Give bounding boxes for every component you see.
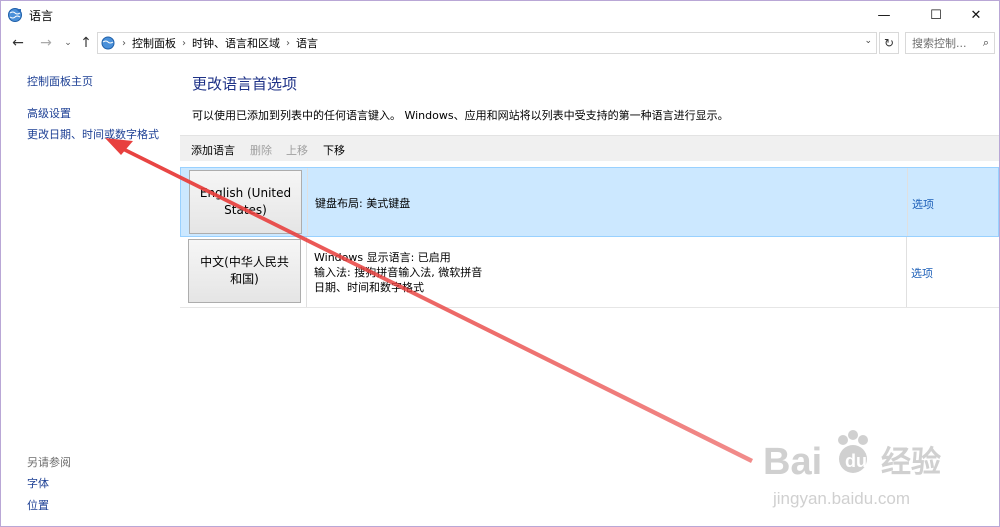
sidebar-link-change-date-time-format[interactable]: 更改日期、时间或数字格式: [27, 126, 159, 142]
language-info-line: 输入法: 搜狗拼音输入法, 微软拼音: [314, 266, 483, 279]
breadcrumb-clock-language-region[interactable]: 时钟、语言和区域: [192, 35, 280, 51]
svg-text:jingyan.baidu.com: jingyan.baidu.com: [772, 489, 910, 508]
navigation-bar: ← → ⌄ ↑ › 控制面板 › 时钟、语言和区域 › 语言 ⌄ ↻ 搜索控制.…: [1, 31, 999, 55]
search-input[interactable]: 搜索控制... ⌕: [905, 32, 995, 54]
row-divider: [180, 307, 999, 308]
breadcrumb-separator[interactable]: ›: [182, 38, 186, 49]
page-description: 可以使用已添加到列表中的任何语言键入。 Windows、应用和网站将以列表中受支…: [192, 109, 729, 122]
sidebar-link-control-panel-home[interactable]: 控制面板主页: [27, 73, 93, 89]
up-arrow-icon[interactable]: ↑: [77, 33, 95, 53]
column-divider: [307, 168, 308, 236]
recent-locations-chevron-icon[interactable]: ⌄: [59, 33, 77, 53]
window-title: 语言: [29, 9, 54, 23]
svg-text:du: du: [845, 451, 867, 471]
column-divider: [907, 168, 908, 236]
control-panel-icon: [101, 36, 115, 50]
sidebar-link-advanced-settings[interactable]: 高级设置: [27, 105, 71, 121]
address-dropdown-chevron-icon[interactable]: ⌄: [864, 36, 872, 46]
remove-language-button[interactable]: 删除: [250, 142, 272, 158]
column-divider: [906, 237, 907, 307]
see-also-heading: 另请参阅: [27, 456, 71, 469]
language-info-line: 键盘布局: 美式键盘: [315, 197, 411, 210]
address-bar[interactable]: › 控制面板 › 时钟、语言和区域 › 语言 ⌄: [97, 32, 877, 54]
baidu-jingyan-watermark-logo: Bai du 经验 jingyan.baidu.com: [763, 430, 941, 508]
breadcrumb-separator: ›: [122, 37, 126, 49]
language-info-line: 日期、时间和数字格式: [314, 281, 424, 294]
breadcrumb-control-panel[interactable]: 控制面板: [132, 35, 176, 51]
page-title: 更改语言首选项: [192, 75, 298, 93]
sidebar-link-location[interactable]: 位置: [27, 497, 49, 513]
move-down-button[interactable]: 下移: [323, 142, 345, 158]
language-name-button[interactable]: 中文(中华人民共和国): [188, 239, 301, 303]
language-row-english[interactable]: English (United States) 键盘布局: 美式键盘 选项: [180, 167, 999, 237]
language-name-button[interactable]: English (United States): [189, 170, 302, 234]
add-language-button[interactable]: 添加语言: [191, 142, 235, 158]
column-divider: [306, 237, 307, 307]
title-bar: 语言 — ☐ ✕: [1, 1, 999, 29]
back-arrow-icon[interactable]: ←: [9, 33, 27, 53]
minimize-button[interactable]: —: [861, 1, 907, 29]
refresh-icon[interactable]: ↻: [879, 32, 899, 54]
search-placeholder: 搜索控制...: [912, 37, 967, 50]
language-globe-icon: [8, 8, 22, 22]
language-options-link[interactable]: 选项: [911, 265, 933, 281]
language-options-link[interactable]: 选项: [912, 196, 934, 212]
move-up-button[interactable]: 上移: [286, 142, 308, 158]
svg-text:Bai: Bai: [763, 441, 822, 483]
close-button[interactable]: ✕: [953, 1, 999, 29]
language-row-chinese[interactable]: 中文(中华人民共和国) Windows 显示语言: 已启用 输入法: 搜狗拼音输…: [180, 237, 999, 307]
svg-text:经验: 经验: [881, 445, 941, 480]
breadcrumb-separator[interactable]: ›: [286, 38, 290, 49]
breadcrumb-language[interactable]: 语言: [296, 35, 318, 51]
control-panel-window: 语言 — ☐ ✕ ← → ⌄ ↑ › 控制面板 › 时钟、语言和区域 › 语言 …: [0, 0, 1000, 527]
forward-arrow-icon[interactable]: →: [37, 33, 55, 53]
search-icon[interactable]: ⌕: [983, 36, 989, 50]
language-info-line: Windows 显示语言: 已启用: [314, 251, 451, 264]
sidebar-link-fonts[interactable]: 字体: [27, 475, 49, 491]
language-toolbar: 添加语言 删除 上移 下移: [180, 135, 999, 161]
